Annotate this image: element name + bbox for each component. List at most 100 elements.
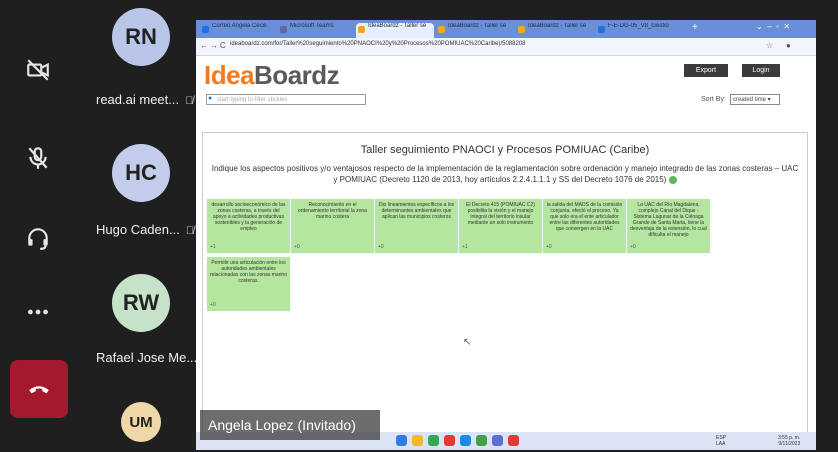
chrome-icon[interactable] — [476, 435, 487, 446]
participant-name: Rafael Jose Me... — [96, 350, 197, 365]
login-button[interactable]: Login — [742, 64, 780, 77]
ideaboardz-icon — [438, 26, 445, 33]
avatar: RN — [112, 8, 170, 66]
participant-name-label: read.ai meet... — [96, 92, 180, 107]
sticky-note[interactable]: El Decreto 415 (POMIUAC C2) posibilita l… — [459, 199, 542, 253]
hang-up-icon — [29, 386, 49, 394]
vote-count[interactable]: +0 — [546, 244, 552, 250]
sticky-text: La UAC del Río Magdalena, complejo Canal… — [630, 202, 707, 238]
url-field[interactable]: ideaboardz.com/for/Taller%20seguimiento%… — [230, 41, 526, 47]
edge-icon[interactable] — [396, 435, 407, 446]
headset-icon — [28, 228, 48, 250]
language-indicator[interactable]: ESP LAA — [716, 435, 726, 447]
sticky-text: Reconocimiento en el ordenamiento territ… — [298, 202, 367, 220]
logo-boardz-text: Boardz — [254, 60, 340, 90]
presenter-name-label: Angela Lopez (Invitado) — [200, 410, 380, 440]
leave-call-button[interactable] — [10, 360, 68, 418]
ideaboardz-icon — [518, 26, 525, 33]
vote-count[interactable]: +0 — [378, 244, 384, 250]
vote-count[interactable]: +0 — [630, 244, 636, 250]
vote-count[interactable]: +1 — [210, 244, 216, 250]
app-icon[interactable] — [444, 435, 455, 446]
clock[interactable]: 3:55 p. m. 9/11/2023 — [778, 435, 800, 447]
vote-count[interactable]: +0 — [294, 244, 300, 250]
clock-date: 9/11/2023 — [778, 441, 801, 447]
sticky-text: Permitir una articulación entre los auto… — [210, 260, 287, 284]
new-tab-icon[interactable]: + — [692, 22, 698, 33]
sticky-note[interactable]: la salida del MADS de la comisión conjun… — [543, 199, 626, 253]
sticky-text: la salida del MADS de la comisión conjun… — [546, 202, 623, 232]
mail-icon — [202, 26, 209, 33]
board-title: Taller seguimiento PNAOCI y Procesos POM… — [360, 144, 650, 156]
mouse-cursor-icon: ↖ — [463, 337, 472, 348]
export-button[interactable]: Export — [684, 64, 728, 77]
teams-icon — [280, 26, 287, 33]
address-bar: ← → C ideaboardz.com/for/Taller%20seguim… — [196, 38, 816, 56]
participant-name: Hugo Caden... 🎙̸ — [96, 222, 194, 237]
window-controls[interactable]: ⌄ – ▫ ✕ — [756, 22, 790, 31]
camera-off-button[interactable] — [0, 40, 76, 100]
bookmark-icon[interactable]: ☆ — [766, 41, 773, 50]
more-icon — [28, 309, 48, 315]
tab-label: Correo Angela Cecili — [212, 23, 267, 29]
document-icon — [598, 26, 605, 33]
tab-label: IdeaBoardz - Taller se — [528, 23, 587, 29]
sticky-note[interactable]: Permitir una articulación entre los auto… — [207, 257, 290, 311]
sticky-text: Dio lineamientos específicos a los deter… — [378, 202, 455, 220]
teams-icon[interactable] — [492, 435, 503, 446]
vote-count[interactable]: +0 — [210, 302, 216, 308]
browser-tab[interactable]: IdeaBoardz - Taller se — [436, 23, 514, 38]
ideaboardz-icon — [358, 26, 365, 33]
avatar: RW — [112, 274, 170, 332]
participant-name: read.ai meet... 🎙̸ — [96, 92, 193, 107]
logo-idea-text: Idea — [204, 60, 255, 90]
vote-count[interactable]: +1 — [462, 244, 468, 250]
audio-settings-button[interactable] — [0, 208, 76, 268]
file-explorer-icon[interactable] — [412, 435, 423, 446]
app-icon[interactable] — [508, 435, 519, 446]
participant-name-label: Rafael Jose Me... — [96, 350, 198, 365]
ideaboardz-logo[interactable]: IdeaBoardz — [204, 60, 340, 91]
back-icon[interactable]: ← — [200, 41, 208, 50]
sticky-note[interactable]: Dio lineamientos específicos a los deter… — [375, 199, 458, 253]
browser-tab[interactable]: Microsoft Teams — [278, 23, 354, 38]
mic-off-icon — [28, 147, 48, 169]
browser-tab[interactable]: Correo Angela Cecili — [200, 23, 276, 38]
idea-board: Taller seguimiento PNAOCI y Procesos POM… — [202, 132, 808, 434]
filter-stickies-input[interactable]: start typing to filter stickies — [206, 94, 366, 105]
shared-screen: Correo Angela Cecili Microsoft Teams Ide… — [196, 20, 816, 450]
browser-tab-bar: Correo Angela Cecili Microsoft Teams Ide… — [196, 20, 816, 38]
avatar: UM — [121, 402, 161, 442]
browser-tab-active[interactable]: IdeaBoardz - Taller se — [356, 23, 434, 38]
sticky-note[interactable]: La UAC del Río Magdalena, complejo Canal… — [627, 199, 710, 253]
sticky-note[interactable]: Reconocimiento en el ordenamiento territ… — [291, 199, 374, 253]
browser-tab[interactable]: IdeaBoardz - Taller se — [516, 23, 594, 38]
sticky-text: desarrollo socioeconómico de las zonas c… — [211, 202, 286, 232]
sort-value: created time — [733, 97, 767, 103]
browser-tab[interactable]: F-E-DG-05_V8_Gestio — [596, 23, 688, 38]
mic-muted-icon: 🎙̸ — [185, 95, 194, 107]
ideaboardz-header: IdeaBoardz Export Login start typing to … — [196, 56, 816, 116]
sort-select[interactable]: created time ▾ — [730, 94, 780, 105]
tab-label: IdeaBoardz - Taller se — [368, 23, 427, 29]
sticky-text: El Decreto 415 (POMIUAC C2) posibilita l… — [466, 202, 535, 226]
sort-by-label: Sort By — [701, 96, 724, 103]
mic-muted-icon: 🎙̸ — [185, 225, 195, 237]
mic-off-button[interactable] — [0, 128, 76, 188]
app-icon[interactable] — [460, 435, 471, 446]
tab-label: IdeaBoardz - Taller se — [448, 23, 507, 29]
camera-off-icon — [27, 59, 49, 81]
profile-icon[interactable]: ● — [786, 41, 791, 50]
reload-icon[interactable]: C — [220, 41, 226, 50]
tab-label: F-E-DG-05_V8_Gestio — [608, 23, 669, 29]
board-section-heading: Indique los aspectos positivos y/o venta… — [209, 163, 801, 185]
section-heading-text: Indique los aspectos positivos y/o venta… — [211, 164, 799, 184]
avatar: HC — [112, 144, 170, 202]
add-sticky-icon[interactable] — [668, 175, 677, 184]
forward-icon[interactable]: → — [210, 41, 218, 50]
sticky-note[interactable]: desarrollo socioeconómico de las zonas c… — [207, 199, 290, 253]
more-options-button[interactable] — [0, 282, 76, 342]
participant-name-label: Hugo Caden... — [96, 222, 180, 237]
chrome-icon[interactable] — [428, 435, 439, 446]
tab-label: Microsoft Teams — [290, 23, 334, 29]
